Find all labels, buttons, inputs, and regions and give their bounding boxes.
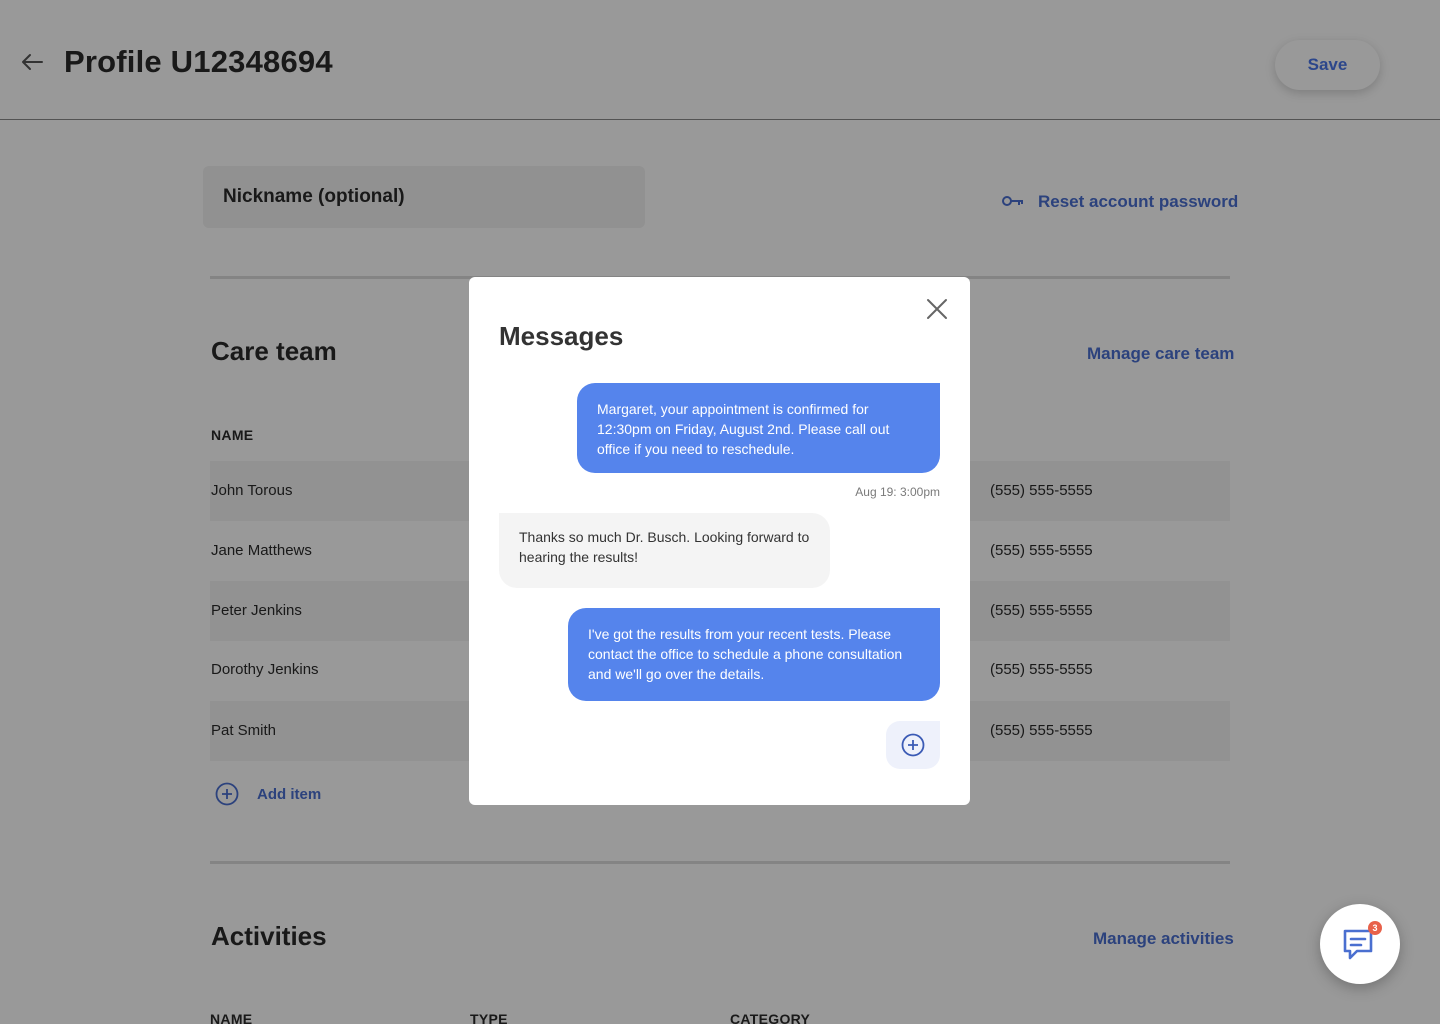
modal-title: Messages — [499, 321, 624, 351]
message-bubble-outgoing: Margaret, your appointment is confirmed … — [577, 383, 940, 473]
close-icon[interactable] — [924, 296, 950, 322]
notification-badge: 3 — [1368, 921, 1382, 935]
messages-modal: Messages Margaret, your appointment is c… — [469, 277, 970, 805]
plus-circle-icon — [901, 733, 925, 757]
message-bubble-outgoing: I've got the results from your recent te… — [568, 608, 940, 701]
new-message-button[interactable] — [886, 721, 940, 769]
message-timestamp: Aug 19: 3:00pm — [855, 485, 940, 499]
chat-button[interactable]: 3 — [1320, 904, 1400, 984]
message-bubble-incoming: Thanks so much Dr. Busch. Looking forwar… — [499, 513, 830, 588]
